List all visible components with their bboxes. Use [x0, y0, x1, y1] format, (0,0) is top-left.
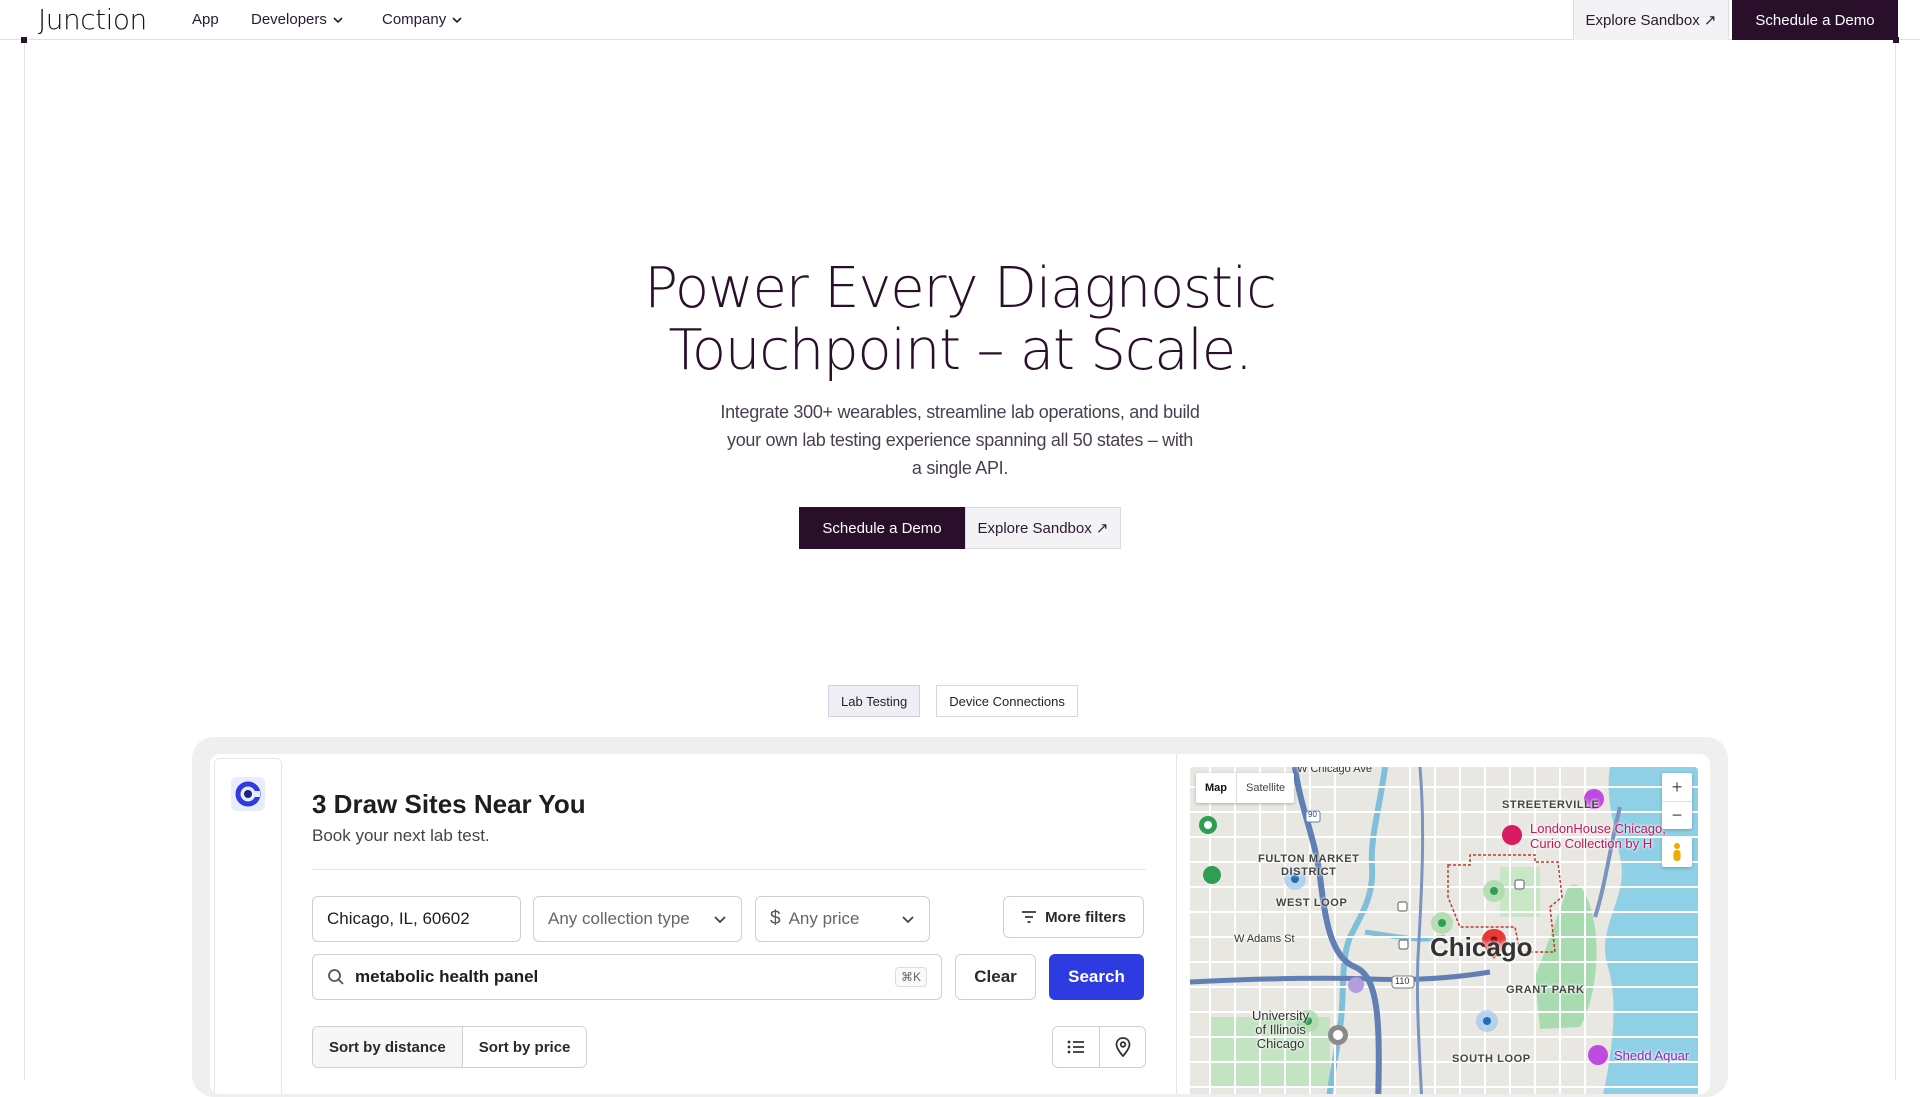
hero-title: Power Every Diagnostic Touchpoint – at S…	[0, 258, 1920, 382]
more-filters-label: More filters	[1045, 908, 1126, 926]
shortcut-hint: ⌘K	[894, 967, 927, 987]
demo-sidebar	[214, 758, 282, 1094]
location-value: Chicago, IL, 60602	[327, 909, 470, 928]
chevron-down-icon	[333, 16, 343, 23]
list-icon	[1067, 1040, 1084, 1054]
map-view[interactable]: Map Satellite + − W Chicago Ave STREETER…	[1190, 767, 1698, 1094]
map-poi-shedd-aquarium[interactable]: Shedd Aquar	[1614, 1048, 1689, 1063]
c-logo-icon	[235, 781, 261, 807]
chevron-down-icon	[452, 16, 462, 23]
map-label-uic: University of Illinois Chicago	[1252, 1008, 1310, 1051]
tab-lab-testing[interactable]: Lab Testing	[828, 685, 921, 717]
map-label-chicago: Chicago	[1430, 932, 1533, 962]
map-label-grant-park: GRANT PARK	[1506, 984, 1585, 996]
map-poi-londonhouse[interactable]: LondonHouse Chicago, Curio Collection by…	[1530, 821, 1666, 851]
panel-separator	[1176, 754, 1177, 1094]
map-mode-button[interactable]: Map	[1196, 773, 1236, 803]
explore-sandbox-button[interactable]: Explore Sandbox ↗	[1573, 0, 1729, 40]
search-button[interactable]: Search	[1049, 954, 1144, 1000]
price-value: Any price	[788, 909, 860, 928]
route-90-label: 90	[1308, 810, 1317, 819]
nav-link-label: App	[192, 11, 219, 28]
corner-marker	[21, 37, 27, 43]
search-value: metabolic health panel	[355, 967, 539, 986]
zoom-in-button[interactable]: +	[1662, 773, 1692, 801]
map-label-fulton-market: FULTON MARKET DISTRICT	[1258, 853, 1360, 878]
junction-logo[interactable]: Junction	[38, 3, 147, 36]
app-logo-icon[interactable]	[231, 777, 265, 811]
chevron-down-icon	[902, 916, 914, 924]
nav-link-label: Company	[382, 11, 447, 28]
map-label-west-loop: WEST LOOP	[1276, 897, 1348, 909]
map-label-w-chicago-ave: W Chicago Ave	[1297, 767, 1373, 775]
map-label-streeterville: STREETERVILLE	[1502, 799, 1600, 811]
route-110-label: 110	[1395, 976, 1410, 986]
search-input[interactable]: metabolic health panel ⌘K	[312, 954, 942, 1000]
top-nav: Junction App Developers Company Explore …	[0, 0, 1920, 40]
more-filters-button[interactable]: More filters	[1003, 896, 1144, 938]
location-input[interactable]: Chicago, IL, 60602	[312, 896, 521, 942]
divider	[312, 869, 1146, 870]
clear-button[interactable]: Clear	[955, 954, 1036, 1000]
location-pin-icon	[1115, 1037, 1130, 1057]
search-icon	[328, 969, 344, 985]
hero-title-line: Power Every Diagnostic	[644, 256, 1277, 321]
collection-type-select[interactable]: Any collection type	[533, 896, 742, 942]
chevron-down-icon	[714, 916, 726, 924]
results-subtitle: Book your next lab test.	[312, 826, 490, 845]
collection-type-value: Any collection type	[548, 909, 690, 928]
hero-cta-group: Schedule a Demo Explore Sandbox ↗	[799, 507, 1121, 549]
map-label-w-adams-st: W Adams St	[1234, 933, 1295, 945]
filter-icon	[1022, 911, 1037, 923]
nav-link-app[interactable]: App	[192, 11, 219, 28]
nav-link-company[interactable]: Company	[382, 11, 462, 28]
hero-subtitle: Integrate 300+ wearables, streamline lab…	[720, 402, 1200, 478]
sort-by-distance-button[interactable]: Sort by distance	[313, 1027, 462, 1067]
zoom-out-button[interactable]: −	[1662, 801, 1692, 829]
demo-app-window: 3 Draw Sites Near You Book your next lab…	[210, 754, 1710, 1094]
hero-explore-sandbox-button[interactable]: Explore Sandbox ↗	[965, 507, 1121, 549]
nav-link-developers[interactable]: Developers	[251, 11, 343, 28]
price-select[interactable]: $ Any price	[755, 896, 930, 942]
schedule-demo-button[interactable]: Schedule a Demo	[1732, 0, 1898, 40]
sort-group: Sort by distance Sort by price	[312, 1026, 588, 1068]
map-view-button[interactable]	[1099, 1027, 1145, 1067]
corner-marker	[1893, 37, 1899, 43]
view-toggle	[1052, 1026, 1146, 1068]
hero-schedule-demo-button[interactable]: Schedule a Demo	[799, 507, 965, 549]
demo-card: 3 Draw Sites Near You Book your next lab…	[192, 737, 1728, 1097]
tab-device-connections[interactable]: Device Connections	[936, 685, 1078, 717]
pegman-icon	[1673, 843, 1681, 861]
satellite-mode-button[interactable]: Satellite	[1236, 773, 1294, 803]
zoom-controls: + −	[1662, 773, 1692, 829]
hero-title-line: Touchpoint – at Scale.	[668, 318, 1252, 383]
nav-link-label: Developers	[251, 11, 327, 28]
street-view-pegman-icon[interactable]	[1662, 837, 1692, 867]
list-view-button[interactable]	[1053, 1027, 1099, 1067]
sort-by-price-button[interactable]: Sort by price	[461, 1027, 587, 1067]
map-label-south-loop: SOUTH LOOP	[1452, 1053, 1531, 1065]
map-type-toggle: Map Satellite	[1196, 773, 1295, 803]
product-tabs: Lab Testing Device Connections	[828, 685, 1078, 717]
dollar-icon: $	[770, 908, 781, 929]
results-title: 3 Draw Sites Near You	[312, 789, 586, 819]
